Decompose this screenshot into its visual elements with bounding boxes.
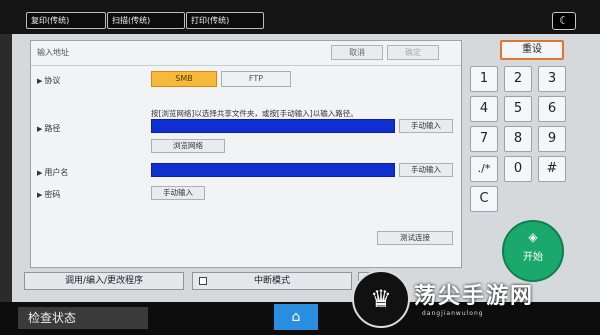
- tab-scan[interactable]: 扫描(传统): [107, 12, 185, 29]
- watermark-logo: ♛ 荡尖手游网 dangjianwulong: [352, 270, 600, 335]
- username-label: ▶ 用户名: [37, 168, 69, 177]
- protocol-label: ▶ 协议: [37, 76, 61, 85]
- key-hash[interactable]: #: [538, 156, 566, 182]
- tab-copy[interactable]: 复印(传统): [26, 12, 106, 29]
- interrupt-label: 中断模式: [253, 276, 290, 286]
- keypad: 重设 1 2 3 4 5 6 7 8 9 ./* 0 # C ◈ 开始: [468, 38, 588, 282]
- protocol-smb-button[interactable]: SMB: [151, 71, 217, 87]
- start-icon: ◈: [528, 230, 538, 244]
- key-6[interactable]: 6: [538, 96, 566, 122]
- path-label: ▶ 路径: [37, 124, 61, 133]
- address-dialog: 输入地址 取消 确定 ▶ 协议 SMB FTP 按[浏览网络]以选择共享文件夹，或…: [30, 40, 462, 268]
- key-0[interactable]: 0: [504, 156, 532, 182]
- username-manual-input-button[interactable]: 手动输入: [399, 163, 453, 177]
- password-label: ▶ 密码: [37, 190, 61, 199]
- key-clear[interactable]: C: [470, 186, 498, 212]
- arrow-icon: ▶: [37, 125, 43, 133]
- key-8[interactable]: 8: [504, 126, 532, 152]
- chef-hat-icon: ♛: [352, 270, 410, 328]
- arrow-icon: ▶: [37, 77, 43, 85]
- key-9[interactable]: 9: [538, 126, 566, 152]
- key-4[interactable]: 4: [470, 96, 498, 122]
- interrupt-mode-button[interactable]: 中断模式: [192, 272, 352, 290]
- cancel-button[interactable]: 取消: [331, 45, 383, 60]
- key-3[interactable]: 3: [538, 66, 566, 92]
- password-manual-input-button[interactable]: 手动输入: [151, 186, 205, 200]
- path-manual-input-button[interactable]: 手动输入: [399, 119, 453, 133]
- protocol-ftp-button[interactable]: FTP: [221, 71, 291, 87]
- watermark-subtext: dangjianwulong: [422, 310, 484, 317]
- start-label: 开始: [523, 252, 543, 263]
- key-2[interactable]: 2: [504, 66, 532, 92]
- program-button[interactable]: 调用/编入/更改程序: [24, 272, 184, 290]
- key-dot-star[interactable]: ./*: [470, 156, 498, 182]
- path-field[interactable]: [151, 119, 395, 133]
- divider: [31, 65, 461, 66]
- moon-icon[interactable]: ☾: [552, 12, 576, 30]
- username-field[interactable]: [151, 163, 395, 177]
- test-connection-button[interactable]: 测试连接: [377, 231, 453, 245]
- arrow-icon: ▶: [37, 169, 43, 177]
- key-1[interactable]: 1: [470, 66, 498, 92]
- reset-button[interactable]: 重设: [500, 40, 564, 60]
- top-bar: 复印(传统) 扫描(传统) 打印(传统) ☾: [0, 0, 600, 34]
- ok-button[interactable]: 确定: [387, 45, 439, 60]
- watermark-text: 荡尖手游网: [414, 284, 535, 309]
- arrow-icon: ▶: [37, 191, 43, 199]
- browse-network-button[interactable]: 浏览网络: [151, 139, 225, 153]
- dialog-title: 输入地址: [37, 48, 69, 57]
- key-7[interactable]: 7: [470, 126, 498, 152]
- check-status-button[interactable]: 检查状态: [18, 307, 148, 329]
- interrupt-checkbox[interactable]: [199, 277, 207, 285]
- home-icon[interactable]: ⌂: [274, 304, 318, 330]
- hint-text: 按[浏览网络]以选择共享文件夹，或按[手动输入]以输入路径。: [151, 109, 358, 118]
- tab-print[interactable]: 打印(传统): [186, 12, 264, 29]
- key-5[interactable]: 5: [504, 96, 532, 122]
